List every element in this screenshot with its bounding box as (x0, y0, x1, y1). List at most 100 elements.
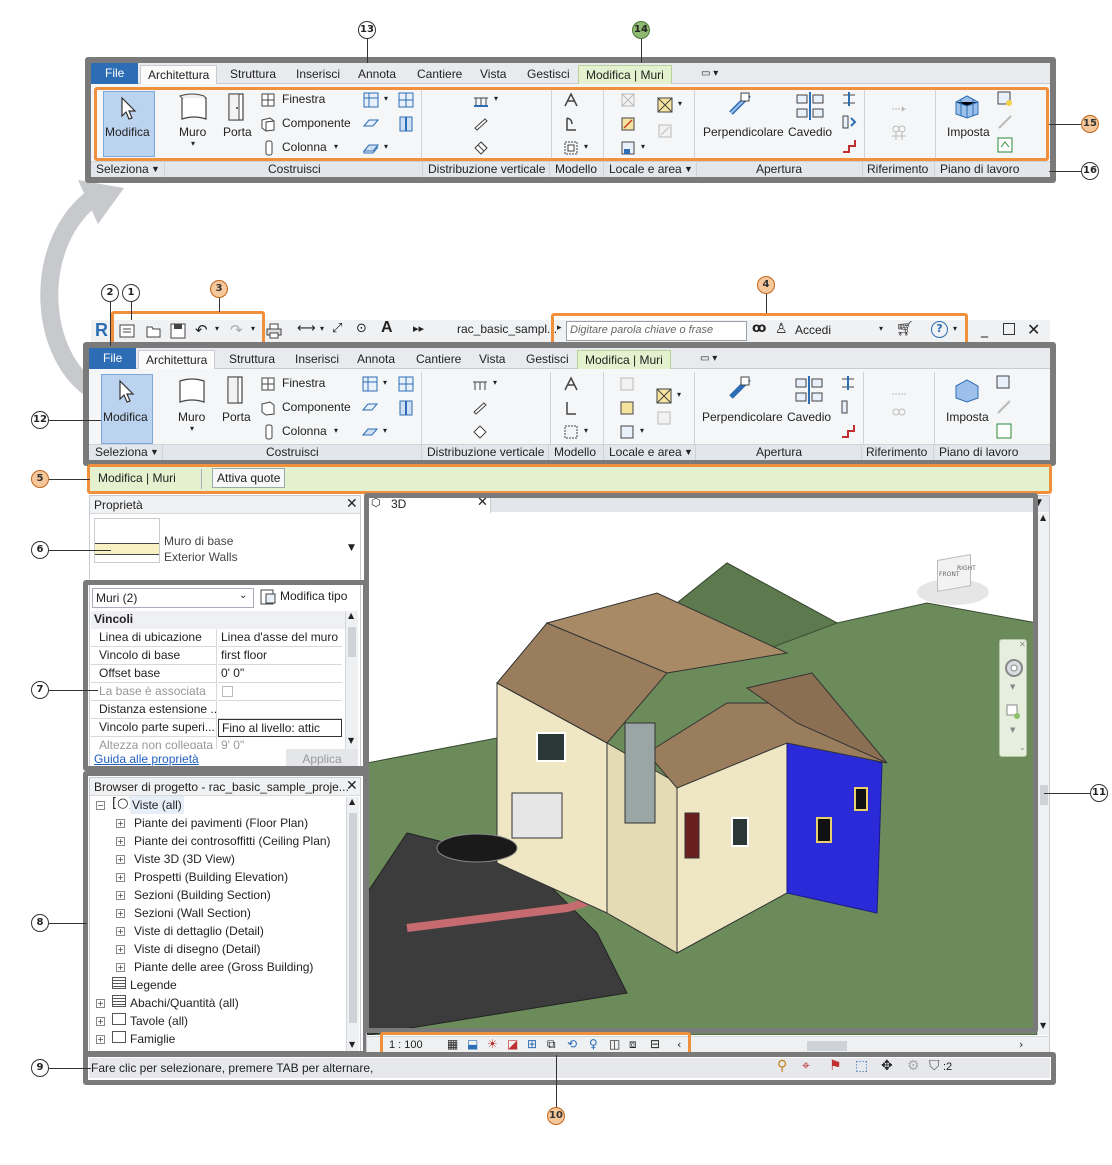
railing-icon-main[interactable] (472, 376, 488, 392)
roof-icon-main[interactable] (362, 376, 378, 392)
cavedio-label-main[interactable]: Cavedio (787, 410, 831, 424)
tab-struttura-main[interactable]: Struttura (222, 350, 282, 369)
measure-dropdown-icon[interactable]: ▾ (320, 324, 324, 333)
panel-bar: Seleziona ▼ Costruisci Distribuzione ver… (91, 161, 1050, 177)
model-text-icon-main[interactable] (563, 376, 579, 392)
roof-dropdown-icon-main[interactable]: ▾ (383, 378, 387, 387)
perpendicolare-label-main[interactable]: Perpendicolare (702, 410, 783, 424)
ribbon-panels-highlight (94, 87, 1049, 161)
tab-cantiere[interactable]: Cantiere (410, 65, 469, 84)
tab-gestisci-main[interactable]: Gestisci (519, 350, 576, 369)
panel-locale-dropdown-icon-main[interactable]: ▼ (684, 445, 693, 460)
tab-file[interactable]: File (91, 63, 139, 84)
tab-annota-main[interactable]: Annota (350, 350, 402, 369)
level-icon-main[interactable] (891, 388, 907, 400)
panel-bar-main: Seleziona ▼ Costruisci Distribuzione ver… (89, 444, 1050, 460)
tab-modifica-muri[interactable]: Modifica | Muri (578, 65, 672, 84)
properties-close-icon[interactable]: ✕ (346, 496, 358, 512)
panel-locale-area-main[interactable]: Locale e area (609, 445, 682, 460)
minimize-icon[interactable]: _ (981, 322, 988, 338)
dimension-icon[interactable]: ⤢ (332, 321, 342, 336)
view-scrollbar-vertical[interactable]: ▲ ▼ (1037, 513, 1049, 1035)
tab-cantiere-main[interactable]: Cantiere (409, 350, 468, 369)
grid-icon-main[interactable] (891, 408, 907, 424)
panel-locale-dropdown-icon[interactable]: ▼ (684, 162, 693, 177)
porta-label-main[interactable]: Porta (222, 410, 251, 424)
tab-inserisci-main[interactable]: Inserisci (288, 350, 346, 369)
viewer-icon-main[interactable] (996, 423, 1012, 439)
panel-piano-lavoro-main: Piano di lavoro (939, 445, 1019, 459)
type-preview (94, 518, 160, 563)
show-workplane-icon-main[interactable] (996, 375, 1012, 391)
room-tag-dropdown-icon-main[interactable]: ▾ (677, 390, 681, 399)
ribbon-minimize-button-main[interactable]: ▭ ▾ (693, 350, 724, 369)
componente-label-main[interactable]: Componente (282, 400, 351, 414)
panel-apertura: Apertura (756, 162, 803, 176)
area-tag-icon-main[interactable] (619, 424, 635, 440)
view-scrollbar-horizontal[interactable] (807, 1041, 847, 1051)
type-selector-dropdown-icon[interactable]: ▼ (348, 543, 355, 553)
panel-seleziona[interactable]: Seleziona (96, 162, 149, 177)
railing-dropdown-icon-main[interactable]: ▾ (493, 378, 497, 387)
tab-struttura[interactable]: Struttura (223, 65, 283, 84)
revit-logo-icon[interactable]: R (95, 320, 108, 341)
tab-modifica-muri-main[interactable]: Modifica | Muri (577, 350, 671, 369)
floor-dropdown-icon-main[interactable]: ▾ (383, 426, 387, 435)
tab-architettura-main[interactable]: Architettura (138, 350, 216, 369)
panel-seleziona-main[interactable]: Seleziona (95, 445, 148, 460)
tab-inserisci[interactable]: Inserisci (289, 65, 347, 84)
finestra-label-main[interactable]: Finestra (282, 376, 325, 390)
curtain-grid-icon-main[interactable] (398, 376, 414, 392)
vertical-opening-icon-main[interactable] (840, 399, 856, 415)
maximize-icon[interactable] (1003, 323, 1015, 335)
measure-icon[interactable]: ⟷ (297, 321, 316, 336)
panel-seleziona-dropdown-icon[interactable]: ▼ (151, 162, 160, 177)
model-group-icon-main[interactable] (563, 424, 579, 440)
room-icon-main[interactable] (619, 376, 635, 392)
colonna-label-main[interactable]: Colonna (282, 424, 327, 438)
mullion-icon-main[interactable] (398, 400, 414, 416)
panel-seleziona-dropdown-icon-main[interactable]: ▼ (150, 445, 159, 460)
muro-dropdown-icon-main[interactable]: ▾ (190, 424, 194, 433)
tab-gestisci[interactable]: Gestisci (520, 65, 577, 84)
tab-vista[interactable]: Vista (473, 65, 513, 84)
room-tag-icon-main[interactable] (656, 388, 672, 404)
ceiling-icon-main[interactable] (362, 400, 378, 416)
ribbon-tabs: File Architettura Struttura Inserisci An… (91, 63, 1050, 84)
cursor-icon-main (119, 379, 135, 403)
area-icon-main[interactable] (619, 400, 635, 416)
area-boundary-icon-main[interactable] (656, 410, 672, 426)
model-line-icon-main[interactable] (563, 400, 579, 416)
model-group-dropdown-icon-main[interactable]: ▾ (584, 426, 588, 435)
close-window-icon[interactable]: ✕ (1027, 320, 1040, 339)
muro-label-main[interactable]: Muro (178, 410, 205, 424)
imposta-label-main[interactable]: Imposta (946, 410, 989, 424)
wall-opening-icon-main[interactable] (840, 375, 856, 391)
stair-icon-main[interactable] (472, 424, 488, 440)
tab-annota[interactable]: Annota (351, 65, 403, 84)
text-icon[interactable]: A (381, 319, 393, 337)
scroll-right-icon[interactable]: › (1019, 1038, 1023, 1051)
floor-icon-main[interactable] (362, 424, 378, 440)
ribbon-minimize-button[interactable]: ▭ ▾ (694, 65, 725, 84)
type-name-line2[interactable]: Exterior Walls (164, 550, 238, 564)
callout-16: 16 (1081, 162, 1099, 180)
callout-4: 4 (757, 276, 775, 294)
callout-8: 8 (31, 914, 49, 932)
dormer-opening-icon-main[interactable] (840, 423, 856, 439)
door-icon-main (227, 376, 243, 404)
panel-locale-area[interactable]: Locale e area (609, 162, 682, 177)
qat-more-icon[interactable]: ▸▸ (413, 322, 424, 335)
panel-modello: Modello (555, 162, 598, 176)
tab-vista-main[interactable]: Vista (472, 350, 512, 369)
tag-icon[interactable]: ⊙ (356, 321, 367, 336)
tab-file-main[interactable]: File (89, 348, 137, 369)
panel-riferimento-main: Riferimento (866, 445, 928, 459)
print-icon[interactable] (266, 323, 282, 339)
area-tag-dropdown-icon-main[interactable]: ▾ (640, 426, 644, 435)
ref-plane-icon-main[interactable] (996, 399, 1012, 415)
tab-architettura[interactable]: Architettura (140, 65, 218, 84)
ramp-icon-main[interactable] (472, 400, 488, 416)
colonna-dropdown-icon-main[interactable]: ▾ (334, 426, 338, 435)
type-name-line1[interactable]: Muro di base (164, 534, 233, 548)
